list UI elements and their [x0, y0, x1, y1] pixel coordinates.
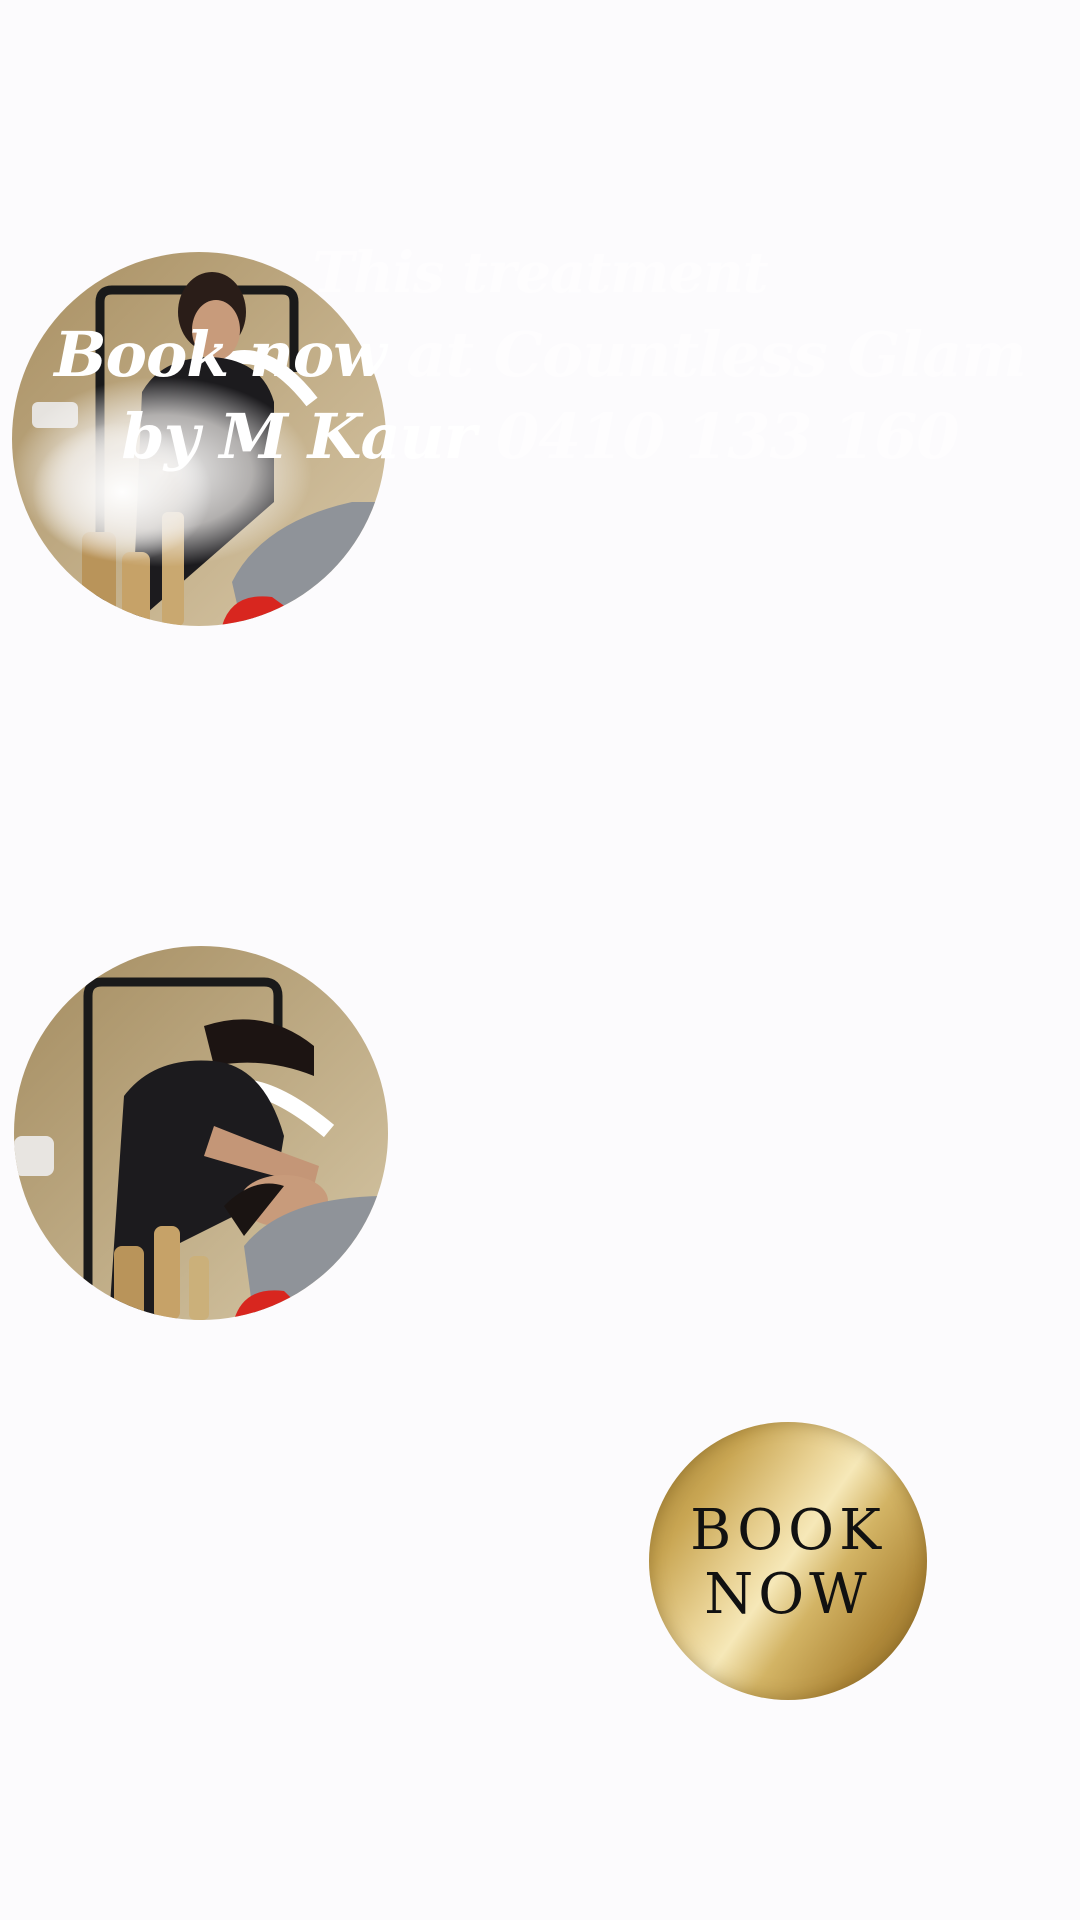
promo-headline: This treatment Book now at Countless Gla…: [40, 232, 1040, 478]
book-now-sticker[interactable]: BOOK NOW: [649, 1422, 927, 1700]
story-canvas: This treatment Book now at Countless Gla…: [0, 0, 1080, 1920]
book-now-label: BOOK NOW: [690, 1499, 886, 1627]
book-now-label-line-2: NOW: [704, 1562, 872, 1627]
headline-salon-name: at Countless Glam: [385, 318, 1027, 391]
headline-artist-name: by M Kaur: [121, 400, 476, 473]
book-now-label-line-1: BOOK: [690, 1498, 886, 1563]
headline-book-now-text: Book now: [54, 318, 386, 391]
headline-line-1: This treatment: [312, 240, 768, 306]
headline-line-3: by M Kaur 0410 133 160: [40, 396, 1040, 478]
treatment-photo-facial-image: [14, 946, 388, 1320]
treatment-photo-facial: [14, 946, 388, 1320]
headline-phone-number: 0410 133 160: [475, 400, 960, 473]
headline-line-2: Book now at Countless Glam: [40, 314, 1040, 396]
